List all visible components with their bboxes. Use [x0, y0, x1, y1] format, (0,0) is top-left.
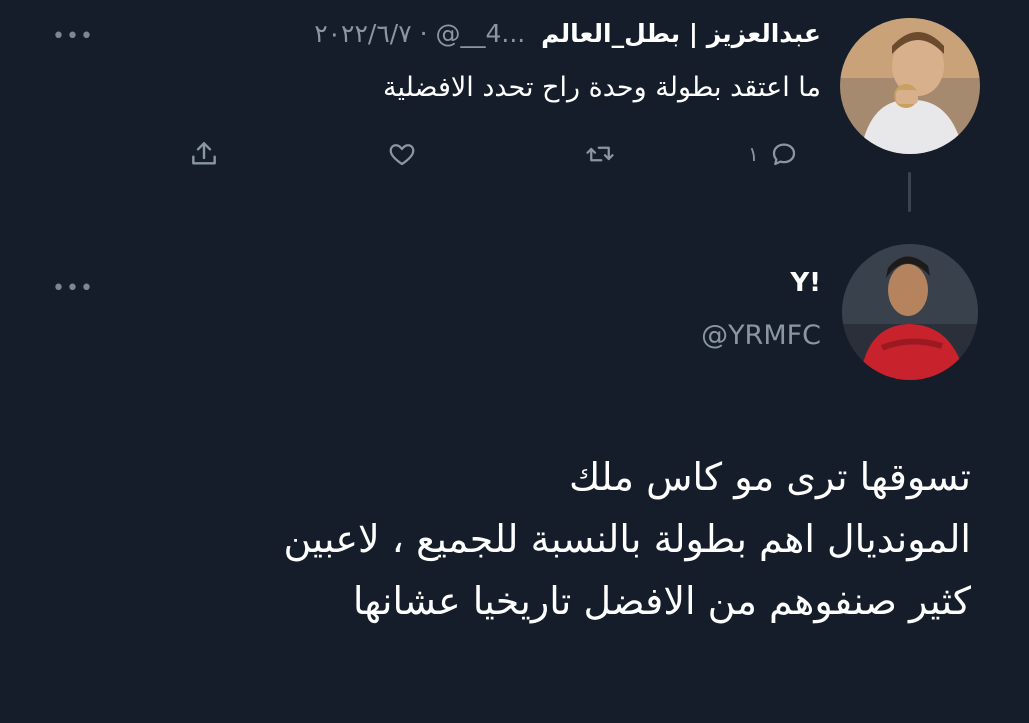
retweet-icon [586, 146, 614, 162]
reply-icon [772, 143, 795, 166]
reply-more-button[interactable]: ••• [52, 26, 94, 48]
reply-author-avatar[interactable] [840, 18, 980, 154]
retweet-button[interactable] [584, 136, 616, 172]
tweet-text-line: كثير صنفوهم من الافضل تاريخيا عشانها [352, 579, 971, 623]
tweet-more-button[interactable]: ••• [52, 278, 94, 300]
reply-meta: ...4__@ · ٢٠٢٢/٦/٧ [314, 19, 526, 48]
tweet-author-handle[interactable]: @YRMFC [701, 318, 821, 354]
tweet-author-avatar[interactable] [842, 244, 978, 380]
share-icon [192, 142, 216, 165]
tweet-text: تسوقها ترى مو كاس ملك المونديال اهم بطول… [31, 446, 971, 632]
reply-header: عبدالعزيز | بطل_العالم ...4__@ · ٢٠٢٢/٦/… [314, 16, 821, 52]
tweet-author-name[interactable]: Y! [790, 266, 821, 300]
share-button[interactable] [188, 136, 220, 172]
reply-button[interactable]: ١ [748, 136, 799, 172]
reply-author-name[interactable]: عبدالعزيز | بطل_العالم [541, 19, 821, 48]
reply-count: ١ [748, 142, 759, 166]
heart-icon [389, 144, 415, 166]
thread-connector [908, 172, 911, 212]
tweet-text-line: المونديال اهم بطولة بالنسبة للجميع ، لاع… [283, 517, 971, 561]
reply-text: ما اعتقد بطولة وحدة راح تحدد الافضلية [382, 72, 821, 103]
tweet-thread: عبدالعزيز | بطل_العالم ...4__@ · ٢٠٢٢/٦/… [0, 0, 1029, 723]
tweet-text-line: تسوقها ترى مو كاس ملك [569, 455, 971, 499]
like-button[interactable] [386, 136, 418, 172]
